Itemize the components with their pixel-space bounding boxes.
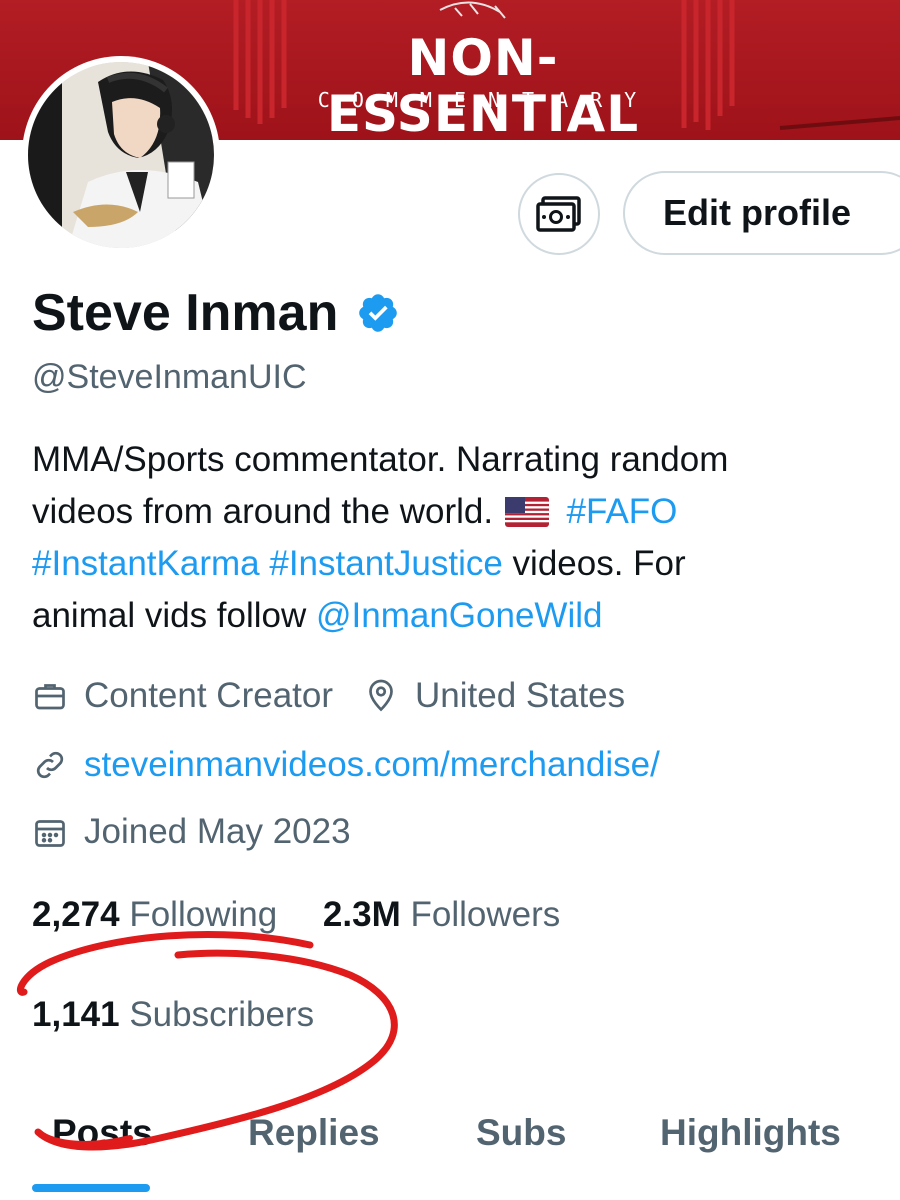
- bio-line: #InstantKarma #InstantJustice videos. Fo…: [32, 538, 882, 590]
- bio-line: videos from around the world. #FAFO: [32, 486, 882, 538]
- tip-button[interactable]: [518, 173, 600, 255]
- profile-joined-date: Joined May 2023: [84, 812, 351, 851]
- profile-website-link[interactable]: steveinmanvideos.com/merchandise/: [84, 745, 660, 785]
- money-icon: [536, 196, 581, 232]
- tab-replies[interactable]: Replies: [248, 1112, 380, 1154]
- profile-website-row: steveinmanvideos.com/merchandise/: [32, 745, 660, 785]
- followers-count: 2.3M: [322, 895, 401, 934]
- profile-handle: @SteveInmanUIC: [32, 358, 307, 396]
- bio-line: animal vids follow @InmanGoneWild: [32, 590, 882, 642]
- banner-subtitle: COMMENTARY: [317, 88, 659, 112]
- active-tab-indicator: [32, 1184, 150, 1192]
- calendar-icon: [35, 820, 65, 847]
- verified-badge-icon: [359, 294, 398, 332]
- bio-text: animal vids follow: [32, 596, 316, 635]
- tab-posts[interactable]: Posts: [52, 1112, 153, 1154]
- us-flag-icon: [504, 497, 549, 527]
- profile-avatar[interactable]: [22, 56, 220, 254]
- bio-line: MMA/Sports commentator. Narrating random: [32, 440, 729, 479]
- followers-label: Followers: [410, 895, 561, 934]
- bio-text: videos from around the world.: [32, 492, 494, 531]
- tab-subs[interactable]: Subs: [476, 1112, 566, 1154]
- mention-link[interactable]: @InmanGoneWild: [316, 596, 602, 635]
- profile-name-row: Steve Inman: [32, 282, 400, 344]
- profile-bio: MMA/Sports commentator. Narrating random…: [32, 434, 882, 642]
- subscribers-link[interactable]: 1,141 Subscribers: [32, 993, 314, 1037]
- location-pin-icon: [369, 679, 393, 712]
- follow-stats: 2,274 Following 2.3M Followers: [32, 893, 560, 937]
- link-icon: [36, 751, 64, 779]
- subscribers-count: 1,141: [32, 995, 120, 1034]
- profile-joined-row: Joined May 2023: [32, 812, 351, 852]
- subscribers-label: Subscribers: [129, 995, 315, 1034]
- hashtag-link[interactable]: #InstantJustice: [269, 544, 502, 583]
- bio-text: videos. For: [502, 544, 686, 583]
- following-link[interactable]: 2,274 Following: [32, 895, 287, 934]
- banner-title: NON-ESSENTIAL: [326, 29, 640, 140]
- following-label: Following: [129, 895, 278, 934]
- followers-link[interactable]: 2.3M Followers: [323, 895, 560, 934]
- briefcase-icon: [35, 684, 65, 710]
- edit-profile-button[interactable]: Edit profile: [623, 171, 900, 255]
- following-count: 2,274: [32, 895, 120, 934]
- tab-highlights[interactable]: Highlights: [660, 1112, 841, 1154]
- profile-name: Steve Inman: [32, 284, 339, 342]
- hashtag-link[interactable]: #InstantKarma: [32, 544, 260, 583]
- profile-tabs: Posts Replies Subs Highlights: [0, 1100, 900, 1200]
- avatar-image: [28, 62, 214, 248]
- profile-location: United States: [415, 676, 626, 715]
- hashtag-link[interactable]: #FAFO: [567, 492, 678, 531]
- profile-category: Content Creator: [84, 676, 334, 715]
- profile-meta-row: Content Creator United States: [32, 676, 625, 716]
